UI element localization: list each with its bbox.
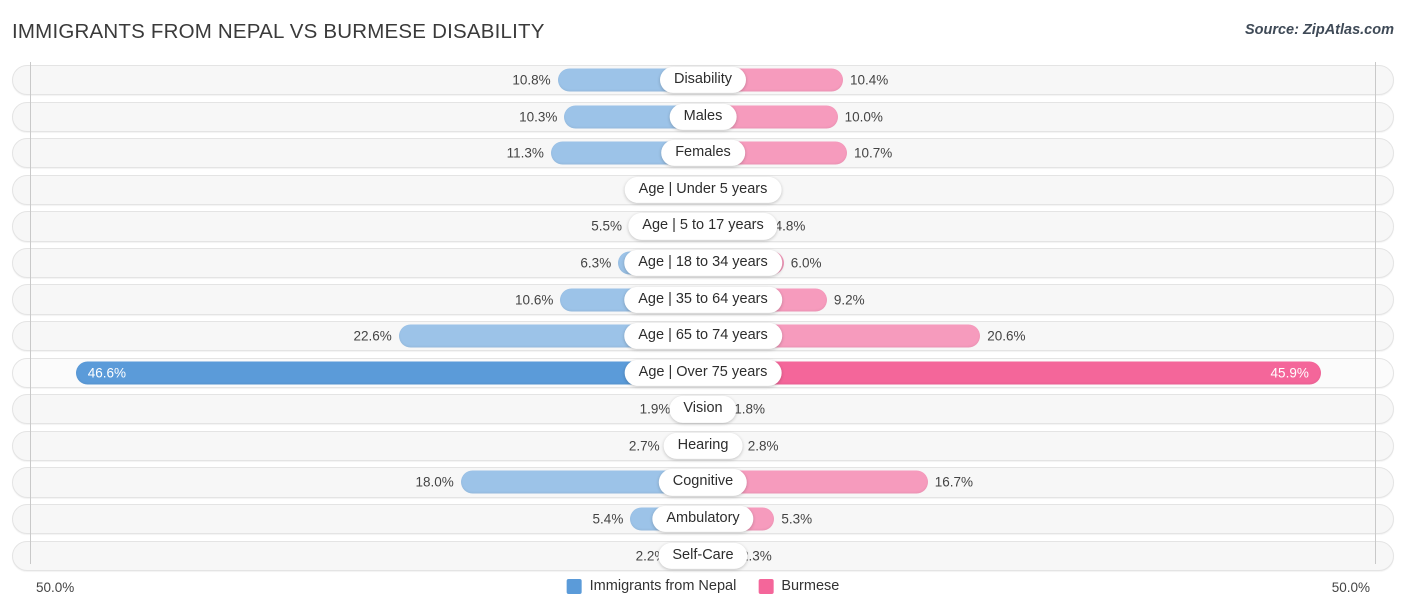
- category-label: Vision: [669, 396, 736, 422]
- table-row: 46.6% 45.9% Age | Over 75 years: [0, 355, 1406, 391]
- category-label: Self-Care: [658, 543, 747, 569]
- value-label-right: 10.0%: [845, 110, 883, 124]
- axis-line-right: [1375, 62, 1376, 564]
- value-label-left: 5.5%: [591, 220, 622, 234]
- value-label-right: 10.7%: [854, 147, 892, 161]
- bar-immigrants-from-nepal: [76, 361, 703, 384]
- table-row: 10.6% 9.2% Age | 35 to 64 years: [0, 281, 1406, 317]
- table-row: 1.9% 1.8%Vision: [0, 391, 1406, 427]
- value-label-left: 10.6%: [515, 293, 553, 307]
- value-label-left: 10.8%: [512, 73, 550, 87]
- category-label: Hearing: [664, 433, 743, 459]
- category-label: Age | 18 to 34 years: [624, 250, 782, 276]
- category-label: Age | Over 75 years: [625, 360, 782, 386]
- category-label: Age | Under 5 years: [625, 177, 782, 203]
- table-row: 2.7% 2.8% Hearing: [0, 428, 1406, 464]
- value-label-right: 5.3%: [781, 512, 812, 526]
- legend-item[interactable]: Burmese: [758, 578, 839, 594]
- chart-header: IMMIGRANTS FROM NEPAL VS BURMESE DISABIL…: [0, 0, 1406, 58]
- table-row: 10.3% 10.0% Males: [0, 99, 1406, 135]
- page-title: IMMIGRANTS FROM NEPAL VS BURMESE DISABIL…: [12, 20, 545, 44]
- value-label-right: 1.8%: [734, 403, 765, 417]
- bar-burmese: [703, 361, 1321, 384]
- value-label-right: 4.8%: [775, 220, 806, 234]
- bar-rows: 10.8% 10.4% Disability 10.3% 10.0% Males 11.3%…: [0, 62, 1406, 574]
- axis-line-left: [30, 62, 31, 564]
- table-row: 5.4% 5.3% Ambulatory: [0, 501, 1406, 537]
- category-label: Cognitive: [659, 469, 747, 495]
- plot-area: 10.8% 10.4% Disability 10.3% 10.0% Males 11.3%…: [0, 62, 1406, 570]
- value-label-right: 20.6%: [987, 329, 1025, 343]
- value-label-left: 10.3%: [519, 110, 557, 124]
- value-label-left: 6.3%: [580, 256, 611, 270]
- legend: Immigrants from Nepal Burmese: [567, 578, 840, 594]
- table-row: 10.8% 10.4% Disability: [0, 62, 1406, 98]
- table-row: 22.6% 20.6% Age | 65 to 74 years: [0, 318, 1406, 354]
- value-label-left: 1.9%: [640, 403, 671, 417]
- value-label-right: 45.9%: [1271, 366, 1309, 380]
- chart-container: IMMIGRANTS FROM NEPAL VS BURMESE DISABIL…: [0, 0, 1406, 612]
- category-label: Disability: [660, 67, 746, 93]
- category-label: Age | 65 to 74 years: [624, 323, 782, 349]
- axis-max-label: 50.0%: [1332, 580, 1370, 595]
- legend-label: Immigrants from Nepal: [590, 578, 737, 594]
- table-row: 11.3% 10.7% Females: [0, 135, 1406, 171]
- legend-item[interactable]: Immigrants from Nepal: [567, 578, 737, 594]
- source-attribution: Source: ZipAtlas.com: [1245, 22, 1394, 38]
- value-label-left: 5.4%: [593, 512, 624, 526]
- table-row: 18.0% 16.7% Cognitive: [0, 464, 1406, 500]
- category-label: Ambulatory: [652, 506, 753, 532]
- value-label-left: 22.6%: [354, 329, 392, 343]
- value-label-left: 18.0%: [415, 476, 453, 490]
- axis-min-label: 50.0%: [36, 580, 74, 595]
- category-label: Age | 5 to 17 years: [628, 213, 777, 239]
- category-label: Males: [670, 104, 737, 130]
- category-label: Age | 35 to 64 years: [624, 286, 782, 312]
- value-label-right: 10.4%: [850, 73, 888, 87]
- legend-label: Burmese: [781, 578, 839, 594]
- table-row: 5.5% 4.8%Age | 5 to 17 years: [0, 208, 1406, 244]
- value-label-left: 46.6%: [88, 366, 126, 380]
- value-label-left: 11.3%: [507, 147, 544, 161]
- value-label-right: 16.7%: [935, 476, 973, 490]
- table-row: 2.2%2.3%Self-Care: [0, 538, 1406, 574]
- value-label-right: 6.0%: [791, 256, 822, 270]
- table-row: 1.0%1.1%Age | Under 5 years: [0, 172, 1406, 208]
- category-label: Females: [661, 140, 745, 166]
- legend-swatch-icon: [567, 579, 582, 594]
- chart-footer: 50.0% 50.0% Immigrants from Nepal Burmese: [0, 574, 1406, 608]
- value-label-right: 2.8%: [748, 439, 779, 453]
- table-row: 6.3% 6.0% Age | 18 to 34 years: [0, 245, 1406, 281]
- value-label-right: 9.2%: [834, 293, 865, 307]
- value-label-left: 2.7%: [629, 439, 660, 453]
- legend-swatch-icon: [758, 579, 773, 594]
